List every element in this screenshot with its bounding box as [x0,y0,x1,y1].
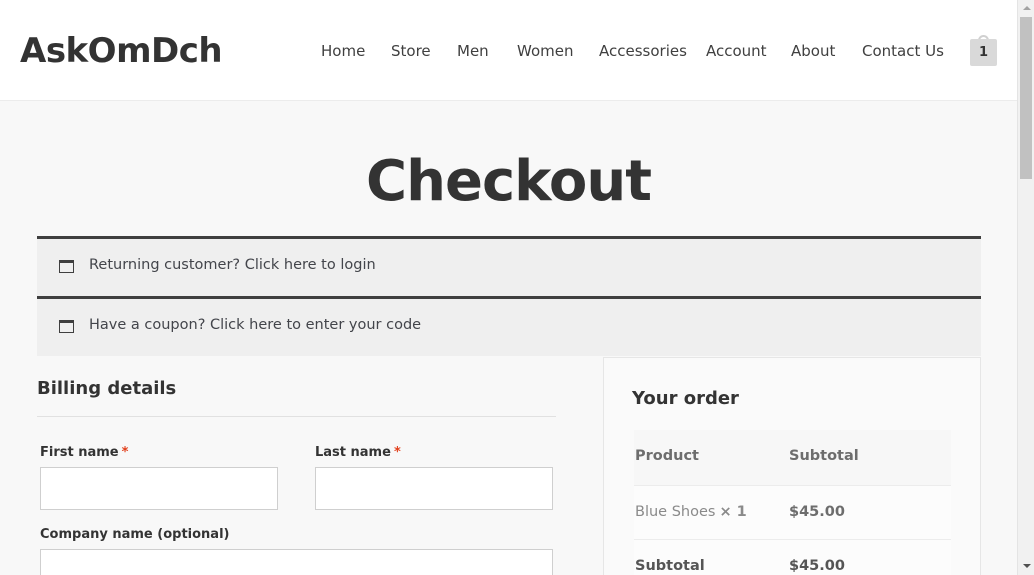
nav-item-store[interactable]: Store [391,40,431,62]
scroll-up-icon[interactable] [1018,0,1034,17]
column-header-product: Product [635,448,699,464]
window-icon [59,320,74,333]
order-heading: Your order [632,388,739,409]
first-name-label: First name * [40,445,128,460]
cart-count: 1 [970,39,997,66]
nav-item-contact-us[interactable]: Contact Us [862,40,944,62]
page-scrollbar[interactable] [1017,0,1034,575]
scroll-down-icon[interactable] [1018,558,1034,575]
nav-item-men[interactable]: Men [457,40,489,62]
scrollbar-thumb[interactable] [1020,17,1032,179]
required-mark: * [393,445,401,460]
product-quantity: × 1 [719,504,747,520]
subtotal-label: Subtotal [635,558,705,574]
company-name-label: Company name (optional) [40,527,230,542]
subtotal-value: $45.00 [789,558,845,574]
site-header: AskOmDch Home Store Men Women Accessorie… [0,0,1017,101]
order-review-panel: Your order Product Subtotal Blue Shoes × … [603,357,981,575]
table-row: Blue Shoes × 1 $45.00 [634,486,951,540]
last-name-label-text: Last name [315,445,391,460]
first-name-label-text: First name [40,445,119,460]
last-name-input[interactable] [315,467,553,510]
company-name-input[interactable] [40,549,553,575]
coupon-toggle-link[interactable]: Have a coupon? Click here to enter your … [89,317,421,333]
first-name-input[interactable] [40,467,278,510]
site-logo[interactable]: AskOmDch [20,30,223,72]
subtotal-row: Subtotal $45.00 [634,540,951,575]
nav-item-home[interactable]: Home [321,40,365,62]
billing-heading: Billing details [37,378,177,399]
cart-button[interactable]: 1 [970,35,997,66]
product-subtotal: $45.00 [789,504,845,520]
window-icon [59,260,74,273]
column-header-subtotal: Subtotal [789,448,859,464]
nav-item-about[interactable]: About [791,40,835,62]
nav-item-women[interactable]: Women [517,40,573,62]
login-toggle-link[interactable]: Returning customer? Click here to login [89,257,376,273]
required-mark: * [121,445,129,460]
product-name: Blue Shoes × 1 [635,504,747,520]
nav-item-account[interactable]: Account [706,40,767,62]
last-name-label: Last name * [315,445,401,460]
coupon-notice: Have a coupon? Click here to enter your … [37,296,981,356]
table-header-row: Product Subtotal [634,430,951,486]
product-name-text: Blue Shoes [635,504,716,520]
divider [37,416,556,417]
order-table: Product Subtotal Blue Shoes × 1 $45.00 Su… [634,430,951,575]
returning-customer-notice: Returning customer? Click here to login [37,236,981,296]
page-title: Checkout [366,149,652,214]
nav-item-accessories[interactable]: Accessories [599,40,687,62]
